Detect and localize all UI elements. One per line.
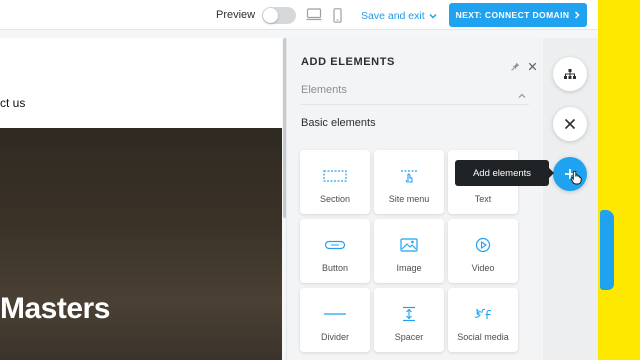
tile-label: Site menu xyxy=(388,194,430,204)
tile-label: Image xyxy=(396,263,422,273)
save-and-exit-button[interactable]: Save and exit xyxy=(361,10,437,22)
basic-elements-label: Basic elements xyxy=(301,117,376,129)
tile-spacer[interactable]: Spacer xyxy=(374,288,444,352)
tile-divider[interactable]: Divider xyxy=(300,288,370,352)
site-structure-button[interactable] xyxy=(553,57,587,91)
divider xyxy=(301,104,529,105)
tile-social-media[interactable]: Social media xyxy=(448,288,518,352)
tile-label: Video xyxy=(471,263,495,273)
tile-site-menu[interactable]: Site menu xyxy=(374,150,444,214)
tile-label: Button xyxy=(321,263,349,273)
hand-cursor-icon xyxy=(570,170,582,190)
chevron-down-icon xyxy=(429,14,437,19)
save-and-exit-label: Save and exit xyxy=(361,10,425,22)
nav-link-contact[interactable]: ct us xyxy=(0,96,25,110)
mobile-view-icon[interactable] xyxy=(333,8,342,28)
tile-label: Spacer xyxy=(394,332,424,342)
tile-video[interactable]: Video xyxy=(448,219,518,283)
sitemap-icon xyxy=(564,69,576,79)
tile-label: Section xyxy=(319,194,351,204)
desktop-view-icon[interactable] xyxy=(306,8,322,26)
background-strip xyxy=(598,0,640,360)
site-menu-icon xyxy=(399,167,419,185)
pin-icon[interactable] xyxy=(511,58,520,76)
hero-section[interactable]: Masters xyxy=(0,128,282,360)
spacer-icon xyxy=(401,305,417,323)
image-icon xyxy=(400,236,418,254)
top-bar: Preview Save and exit NEXT: CONNECT DOMA… xyxy=(0,0,598,30)
hero-title[interactable]: Masters xyxy=(0,292,110,326)
preview-toggle[interactable] xyxy=(262,7,296,24)
video-icon xyxy=(475,236,491,254)
next-button-label: NEXT: CONNECT DOMAIN xyxy=(455,10,570,20)
close-panel-button[interactable] xyxy=(553,107,587,141)
preview-label: Preview xyxy=(216,9,256,21)
site-canvas[interactable]: ct us Masters xyxy=(0,38,282,360)
tile-image[interactable]: Image xyxy=(374,219,444,283)
close-icon[interactable] xyxy=(528,58,537,76)
close-icon xyxy=(564,118,576,130)
chevron-right-icon xyxy=(575,11,580,19)
tile-label: Social media xyxy=(457,332,509,342)
social-media-icon xyxy=(473,305,493,323)
add-elements-panel: ADD ELEMENTS Elements Basic elements Sec… xyxy=(286,38,542,360)
chevron-up-icon[interactable] xyxy=(518,86,526,104)
panel-title: ADD ELEMENTS xyxy=(301,56,395,68)
add-elements-tooltip: Add elements xyxy=(455,160,554,186)
tile-label: Text xyxy=(474,194,492,204)
section-icon xyxy=(323,167,347,185)
next-connect-domain-button[interactable]: NEXT: CONNECT DOMAIN xyxy=(449,3,587,27)
tooltip-text: Add elements xyxy=(472,167,532,179)
tile-section[interactable]: Section xyxy=(300,150,370,214)
toggle-knob xyxy=(263,8,278,23)
divider-icon xyxy=(323,305,347,323)
tile-button[interactable]: Button xyxy=(300,219,370,283)
tile-label: Divider xyxy=(320,332,349,342)
elements-section-label[interactable]: Elements xyxy=(301,84,347,96)
button-icon xyxy=(324,236,346,254)
background-shape xyxy=(600,210,614,290)
